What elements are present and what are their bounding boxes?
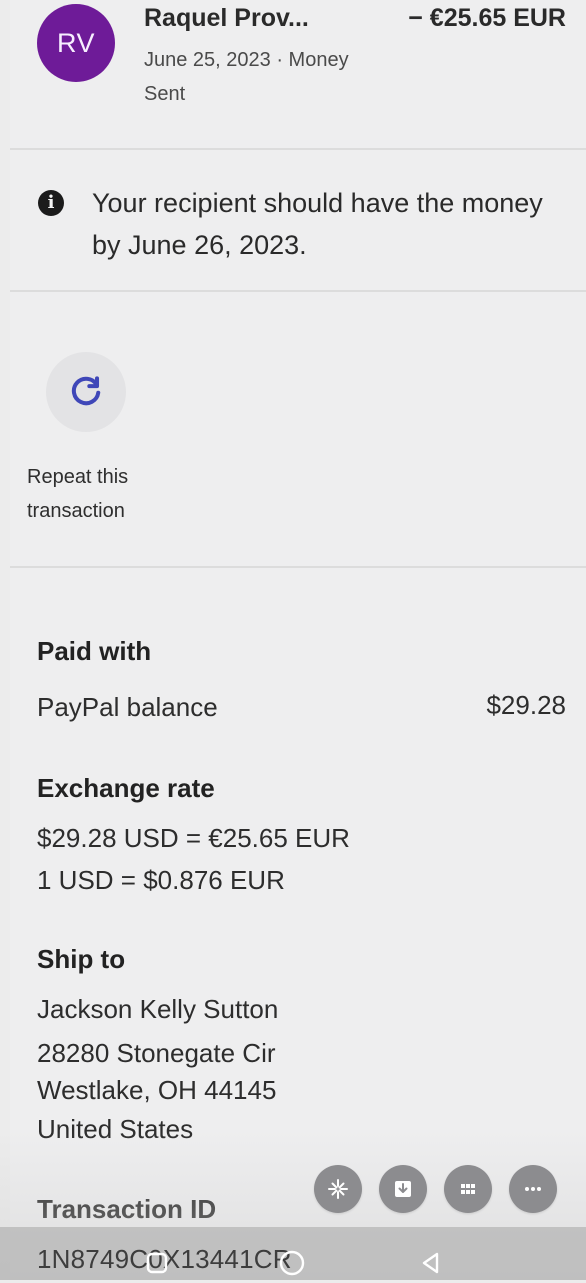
recipient-notice-text: Your recipient should have the money by … <box>92 188 543 260</box>
grid-button[interactable] <box>444 1165 492 1213</box>
ship-to-name: Jackson Kelly Sutton <box>37 994 279 1024</box>
recents-button[interactable] <box>142 1248 172 1278</box>
grid-icon <box>461 1184 475 1194</box>
download-button[interactable] <box>379 1165 427 1213</box>
sparkle-button[interactable] <box>314 1165 362 1213</box>
recipient-name: Raquel Prov... <box>144 4 309 32</box>
repeat-transaction-label: Repeat this transaction <box>27 466 129 522</box>
paid-with-value: $29.28 <box>486 690 566 720</box>
exchange-rate-title: Exchange rate <box>37 773 215 803</box>
details-card <box>10 568 586 1280</box>
home-circle-icon <box>279 1250 305 1276</box>
ship-to-country: United States <box>37 1114 194 1144</box>
paid-with-title: Paid with <box>37 636 152 666</box>
exchange-rate-line-2: 1 USD = $0.876 EUR <box>37 865 285 895</box>
transaction-amount: − €25.65 EUR <box>408 4 566 32</box>
transaction-id-title: Transaction ID <box>37 1194 217 1224</box>
refresh-icon <box>71 376 101 406</box>
square-icon <box>146 1252 168 1274</box>
ship-to-title: Ship to <box>37 944 126 974</box>
more-icon <box>525 1187 541 1191</box>
avatar-initials: RV <box>56 28 96 58</box>
transaction-date-status: June 25, 2023 · Money Sent <box>144 49 349 105</box>
exchange-rate-line-1: $29.28 USD = €25.65 EUR <box>37 823 350 853</box>
back-button[interactable] <box>415 1248 445 1278</box>
sparkle-icon <box>328 1179 348 1199</box>
avatar: RV <box>37 4 115 82</box>
ship-to-street: 28280 Stonegate Cir <box>37 1038 276 1068</box>
paid-with-method: PayPal balance <box>37 692 218 722</box>
more-button[interactable] <box>509 1165 557 1213</box>
download-icon <box>395 1181 411 1197</box>
repeat-transaction-button[interactable] <box>46 352 126 432</box>
home-button[interactable] <box>277 1248 307 1278</box>
back-triangle-icon <box>422 1252 439 1274</box>
info-icon: i <box>38 190 64 216</box>
ship-to-city: Westlake, OH 44145 <box>37 1075 277 1105</box>
